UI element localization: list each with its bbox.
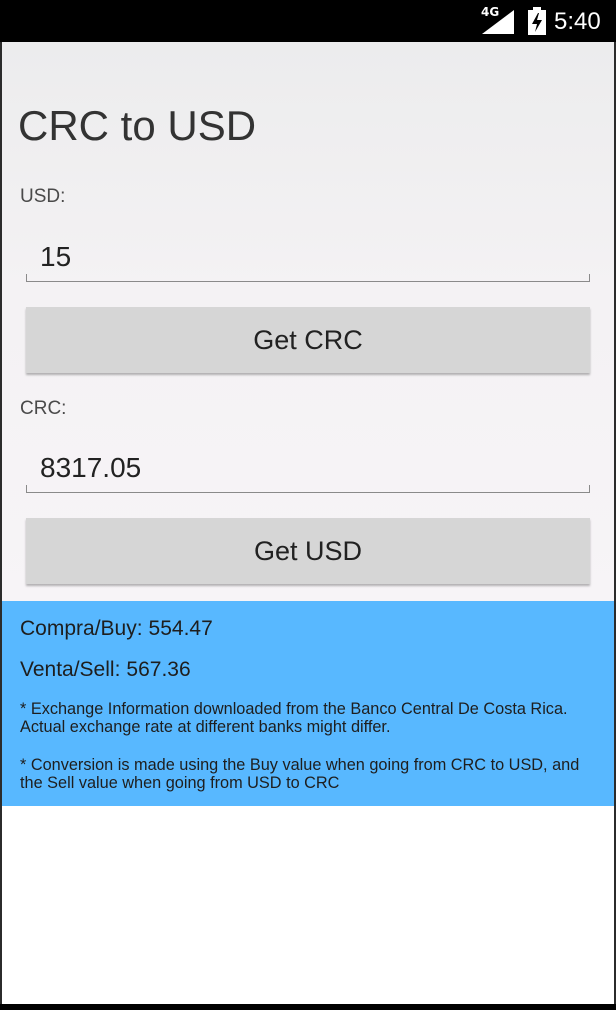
- conversion-note: * Conversion is made using the Buy value…: [20, 756, 580, 792]
- usd-input-underline: [26, 274, 590, 282]
- buy-rate-row: Compra/Buy: 554.47: [20, 616, 213, 642]
- sell-rate-value: 567.36: [126, 658, 191, 681]
- crc-input-value: 8317.05: [40, 452, 142, 483]
- battery-charging-icon: [528, 7, 546, 35]
- left-edge: [0, 42, 2, 1004]
- usd-label: USD:: [20, 186, 66, 207]
- get-usd-button[interactable]: Get USD: [26, 518, 590, 584]
- exchange-info-panel: Compra/Buy: 554.47 Venta/Sell: 567.36 * Ex…: [2, 601, 614, 806]
- usd-input[interactable]: 15: [26, 232, 590, 282]
- usd-input-value: 15: [40, 241, 72, 272]
- status-bar: 4G 5:40: [0, 0, 616, 42]
- buy-rate-value: 554.47: [148, 617, 213, 640]
- crc-label: CRC:: [20, 398, 67, 419]
- bottom-edge: [0, 1004, 616, 1010]
- page-title: CRC to USD: [18, 102, 257, 149]
- sell-rate-label: Venta/Sell:: [20, 658, 121, 681]
- source-note: * Exchange Information downloaded from t…: [20, 700, 568, 736]
- get-crc-button[interactable]: Get CRC: [26, 307, 590, 373]
- crc-input[interactable]: 8317.05: [26, 443, 590, 493]
- crc-input-underline: [26, 485, 590, 493]
- sell-rate-row: Venta/Sell: 567.36: [20, 657, 191, 683]
- buy-rate-label: Compra/Buy:: [20, 617, 143, 640]
- signal-icon: [482, 10, 514, 34]
- status-time: 5:40: [554, 8, 601, 35]
